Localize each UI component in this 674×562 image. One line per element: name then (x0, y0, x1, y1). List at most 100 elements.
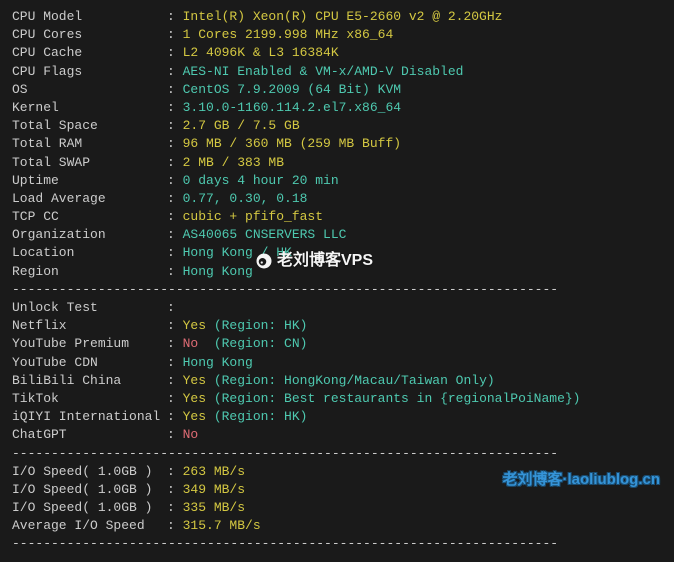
unlock-status: Yes (183, 409, 206, 424)
field-value: Hong Kong / HK (183, 245, 292, 260)
colon-separator: : (167, 100, 183, 115)
terminal-output: CPU Model : Intel(R) Xeon(R) CPU E5-2660… (12, 8, 662, 554)
field-value: 2.7 GB / 7.5 GB (183, 118, 300, 133)
unlock-test-row: Netflix : Yes (Region: HK) (12, 317, 662, 335)
field-label: YouTube CDN (12, 354, 167, 372)
field-label: Uptime (12, 172, 167, 190)
unlock-test-row: TikTok : Yes (Region: Best restaurants i… (12, 390, 662, 408)
io-speed-row: I/O Speed( 1.0GB ) : 263 MB/s (12, 463, 662, 481)
system-info-row: Total Space : 2.7 GB / 7.5 GB (12, 117, 662, 135)
field-label: BiliBili China (12, 372, 167, 390)
unlock-status: Yes (183, 391, 206, 406)
unlock-status: No (183, 427, 199, 442)
field-label: Total RAM (12, 135, 167, 153)
field-value: 2 MB / 383 MB (183, 155, 284, 170)
system-info-row: OS : CentOS 7.9.2009 (64 Bit) KVM (12, 81, 662, 99)
field-label: Total Space (12, 117, 167, 135)
field-label: Organization (12, 226, 167, 244)
colon-separator: : (167, 245, 183, 260)
io-speed-value: 263 MB/s (183, 464, 245, 479)
colon-separator: : (167, 391, 183, 406)
unlock-region: (Region: HK) (214, 409, 308, 424)
field-label: Location (12, 244, 167, 262)
field-value: 96 MB / 360 MB (259 MB Buff) (183, 136, 401, 151)
field-label: iQIYI International (12, 408, 167, 426)
io-speed-row: I/O Speed( 1.0GB ) : 349 MB/s (12, 481, 662, 499)
system-info-row: Total RAM : 96 MB / 360 MB (259 MB Buff) (12, 135, 662, 153)
system-info-row: CPU Flags : AES-NI Enabled & VM-x/AMD-V … (12, 63, 662, 81)
system-info-row: CPU Model : Intel(R) Xeon(R) CPU E5-2660… (12, 8, 662, 26)
unlock-test-header: Unlock Test : (12, 299, 662, 317)
field-value: Hong Kong (183, 264, 253, 279)
colon-separator: : (167, 9, 183, 24)
field-value: 1 Cores 2199.998 MHz x86_64 (183, 27, 394, 42)
unlock-status: Yes (183, 373, 206, 388)
field-label: CPU Model (12, 8, 167, 26)
field-value: AS40065 CNSERVERS LLC (183, 227, 347, 242)
unlock-test-row: BiliBili China : Yes (Region: HongKong/M… (12, 372, 662, 390)
colon-separator: : (167, 518, 183, 533)
field-label: ChatGPT (12, 426, 167, 444)
system-info-row: Total SWAP : 2 MB / 383 MB (12, 154, 662, 172)
unlock-status: Yes (183, 318, 206, 333)
io-speed-row: I/O Speed( 1.0GB ) : 335 MB/s (12, 499, 662, 517)
field-value: Intel(R) Xeon(R) CPU E5-2660 v2 @ 2.20GH… (183, 9, 503, 24)
colon-separator: : (167, 336, 183, 351)
colon-separator: : (167, 300, 183, 315)
field-label: YouTube Premium (12, 335, 167, 353)
colon-separator: : (167, 191, 183, 206)
colon-separator: : (167, 82, 183, 97)
unlock-status: No (183, 336, 206, 351)
system-info-row: Kernel : 3.10.0-1160.114.2.el7.x86_64 (12, 99, 662, 117)
field-value: AES-NI Enabled & VM-x/AMD-V Disabled (183, 64, 464, 79)
field-value: 0 days 4 hour 20 min (183, 173, 339, 188)
colon-separator: : (167, 409, 183, 424)
section-divider: ----------------------------------------… (12, 535, 662, 553)
field-label: I/O Speed( 1.0GB ) (12, 499, 167, 517)
colon-separator: : (167, 427, 183, 442)
system-info-row: CPU Cores : 1 Cores 2199.998 MHz x86_64 (12, 26, 662, 44)
field-label: Load Average (12, 190, 167, 208)
colon-separator: : (167, 136, 183, 151)
unlock-test-row: YouTube Premium : No (Region: CN) (12, 335, 662, 353)
colon-separator: : (167, 373, 183, 388)
system-info-row: Uptime : 0 days 4 hour 20 min (12, 172, 662, 190)
field-label: CPU Cache (12, 44, 167, 62)
field-label: Region (12, 263, 167, 281)
io-speed-value: 335 MB/s (183, 500, 245, 515)
unlock-test-row: ChatGPT : No (12, 426, 662, 444)
field-value: 0.77, 0.30, 0.18 (183, 191, 308, 206)
field-label: Total SWAP (12, 154, 167, 172)
unlock-test-row: iQIYI International : Yes (Region: HK) (12, 408, 662, 426)
field-label: Netflix (12, 317, 167, 335)
field-label: CPU Cores (12, 26, 167, 44)
system-info-row: TCP CC : cubic + pfifo_fast (12, 208, 662, 226)
unlock-region: (Region: HK) (214, 318, 308, 333)
section-divider: ----------------------------------------… (12, 281, 662, 299)
colon-separator: : (167, 45, 183, 60)
field-label: CPU Flags (12, 63, 167, 81)
system-info-row: Organization : AS40065 CNSERVERS LLC (12, 226, 662, 244)
field-value: 3.10.0-1160.114.2.el7.x86_64 (183, 100, 401, 115)
field-value: cubic + pfifo_fast (183, 209, 323, 224)
field-label: Kernel (12, 99, 167, 117)
colon-separator: : (167, 355, 183, 370)
colon-separator: : (167, 209, 183, 224)
io-speed-row: Average I/O Speed : 315.7 MB/s (12, 517, 662, 535)
system-info-row: Load Average : 0.77, 0.30, 0.18 (12, 190, 662, 208)
unlock-region: (Region: Best restaurants in {regionalPo… (214, 391, 581, 406)
colon-separator: : (167, 482, 183, 497)
system-info-row: Location : Hong Kong / HK (12, 244, 662, 262)
field-label: Average I/O Speed (12, 517, 167, 535)
field-value: L2 4096K & L3 16384K (183, 45, 339, 60)
colon-separator: : (167, 155, 183, 170)
colon-separator: : (167, 318, 183, 333)
io-speed-value: 315.7 MB/s (183, 518, 261, 533)
unlock-region: (Region: HongKong/Macau/Taiwan Only) (214, 373, 495, 388)
field-label: OS (12, 81, 167, 99)
colon-separator: : (167, 464, 183, 479)
io-speed-value: 349 MB/s (183, 482, 245, 497)
unlock-region: Hong Kong (183, 355, 253, 370)
field-label: TCP CC (12, 208, 167, 226)
colon-separator: : (167, 27, 183, 42)
